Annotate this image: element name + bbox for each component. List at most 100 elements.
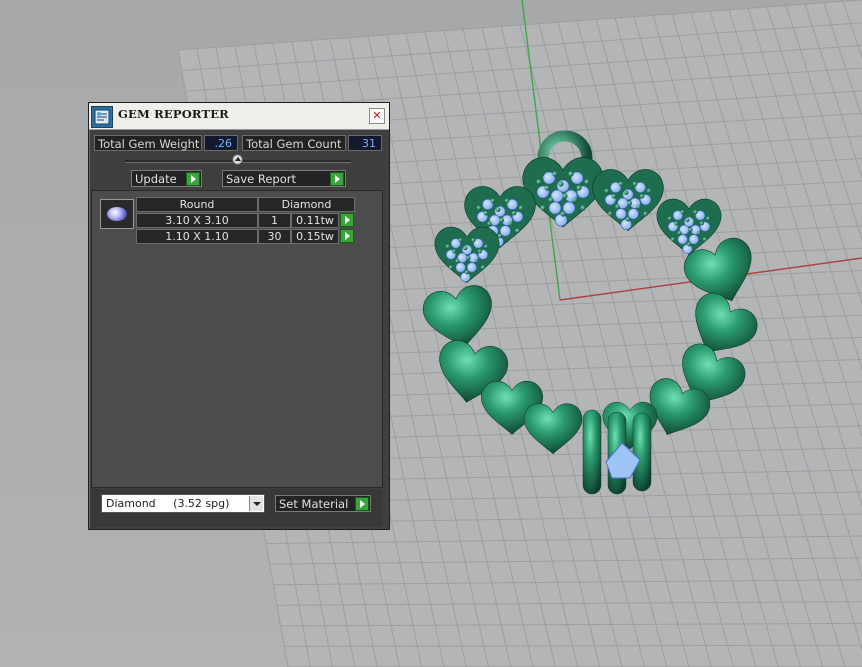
- prong-bead: [558, 181, 564, 187]
- pave-gem: [460, 271, 471, 283]
- prong-bead: [636, 204, 641, 210]
- update-button[interactable]: Update: [131, 170, 202, 187]
- prong-bead: [693, 210, 698, 215]
- save-report-button-label: Save Report: [226, 172, 297, 186]
- prong-bead: [477, 249, 482, 254]
- prong-bead: [696, 230, 701, 236]
- material-select-value: Diamond (3.52 spg): [106, 497, 230, 510]
- pave-gem: [455, 262, 466, 273]
- chevron-down-icon[interactable]: [249, 496, 263, 511]
- prong-bead: [445, 244, 450, 249]
- prong-bead: [463, 246, 468, 251]
- prong-bead: [515, 228, 520, 234]
- prong-bead: [476, 205, 482, 211]
- material-bar: Diamond (3.52 spg) Set Material: [91, 489, 383, 527]
- prong-bead: [540, 205, 546, 211]
- prong-bead: [548, 197, 554, 203]
- gem-size-cell: 1.10 X 1.10: [136, 229, 258, 244]
- prong-bead: [688, 227, 693, 232]
- prong-bead: [471, 238, 476, 243]
- prong-bead: [544, 185, 550, 191]
- close-icon[interactable]: ✕: [369, 108, 385, 124]
- prong-bead: [483, 210, 489, 216]
- prong-bead: [625, 216, 631, 222]
- prong-bead: [474, 258, 479, 264]
- gem-size-cell: 3.10 X 3.10: [136, 213, 258, 228]
- gem-weight-cell: 0.15tw: [291, 229, 339, 244]
- material-select[interactable]: Diamond (3.52 spg): [101, 494, 265, 513]
- prong-bead: [536, 179, 542, 185]
- prong-bead: [685, 218, 690, 223]
- gem-weight-cell: 0.11tw: [291, 213, 339, 228]
- prong-bead: [466, 255, 471, 260]
- play-arrow-icon[interactable]: [330, 172, 344, 186]
- total-gem-weight-label: Total Gem Weight: [94, 135, 202, 151]
- gem-report-list: Round Diamond 3.10 X 3.10 1 0.11tw 1.10 …: [91, 190, 383, 488]
- prong-bead: [674, 221, 679, 226]
- prong-bead: [677, 230, 682, 236]
- prong-bead: [639, 193, 645, 199]
- prong-bead: [686, 242, 692, 247]
- prong-bead: [508, 221, 513, 227]
- prong-bead: [504, 198, 510, 204]
- prong-bead: [455, 258, 460, 264]
- shape-header: Round: [136, 197, 258, 212]
- pave-gem: [615, 208, 627, 220]
- prong-bead: [452, 249, 457, 254]
- prong-bar: [582, 409, 602, 495]
- prong-bead: [487, 221, 492, 227]
- prong-bead: [623, 190, 629, 196]
- prong-bead: [646, 188, 652, 194]
- gem-count-cell: 1: [258, 213, 291, 228]
- prong-bead: [615, 204, 620, 210]
- save-report-button[interactable]: Save Report: [222, 170, 346, 187]
- prong-bead: [680, 210, 685, 215]
- prong-bead: [699, 221, 704, 226]
- prong-bead: [552, 171, 558, 177]
- pave-gem: [677, 234, 688, 245]
- prong-bead: [568, 171, 574, 177]
- slider-up-icon[interactable]: [232, 154, 243, 165]
- prong-bead: [499, 217, 505, 223]
- panel-title: GEM REPORTER: [118, 107, 229, 121]
- total-gem-count-label: Total Gem Count: [242, 135, 346, 151]
- gem-count-cell: 30: [258, 229, 291, 244]
- prong-bead: [702, 237, 708, 242]
- set-material-button[interactable]: Set Material: [275, 495, 371, 512]
- prong-bead: [632, 181, 638, 187]
- pave-gem: [548, 201, 562, 215]
- total-gem-count-value: 31: [348, 135, 382, 151]
- gem-reporter-panel: GEM REPORTER ✕ Total Gem Weight .26 Tota…: [88, 102, 390, 530]
- select-row-button[interactable]: [340, 213, 354, 227]
- play-arrow-icon[interactable]: [355, 497, 369, 511]
- total-gem-weight-value: .26: [204, 135, 238, 151]
- panel-titlebar[interactable]: GEM REPORTER ✕: [89, 103, 389, 130]
- prong-bead: [484, 244, 489, 249]
- prong-bead: [495, 207, 501, 213]
- prong-bead: [562, 193, 568, 199]
- pave-gem: [620, 218, 632, 230]
- prong-bead: [480, 265, 486, 270]
- prong-bead: [518, 205, 524, 211]
- prong-bead: [667, 216, 672, 221]
- select-row-button[interactable]: [340, 229, 354, 243]
- round-diamond-icon: [100, 199, 134, 229]
- prong-bead: [604, 188, 610, 194]
- prong-bead: [560, 211, 566, 217]
- prong-bead: [490, 198, 496, 204]
- prong-bead: [464, 270, 470, 275]
- pave-gem: [682, 243, 693, 255]
- prong-bead: [584, 179, 590, 185]
- prong-bead: [670, 237, 676, 242]
- material-header: Diamond: [258, 197, 355, 212]
- prong-bead: [580, 205, 586, 211]
- prong-bead: [448, 265, 454, 270]
- prong-bead: [511, 210, 517, 216]
- prong-bead: [608, 211, 613, 217]
- prong-bead: [576, 185, 582, 191]
- play-arrow-icon[interactable]: [186, 172, 200, 186]
- pave-gem: [554, 213, 568, 227]
- prong-bead: [706, 216, 711, 221]
- update-button-label: Update: [135, 172, 177, 186]
- prong-bead: [572, 197, 578, 203]
